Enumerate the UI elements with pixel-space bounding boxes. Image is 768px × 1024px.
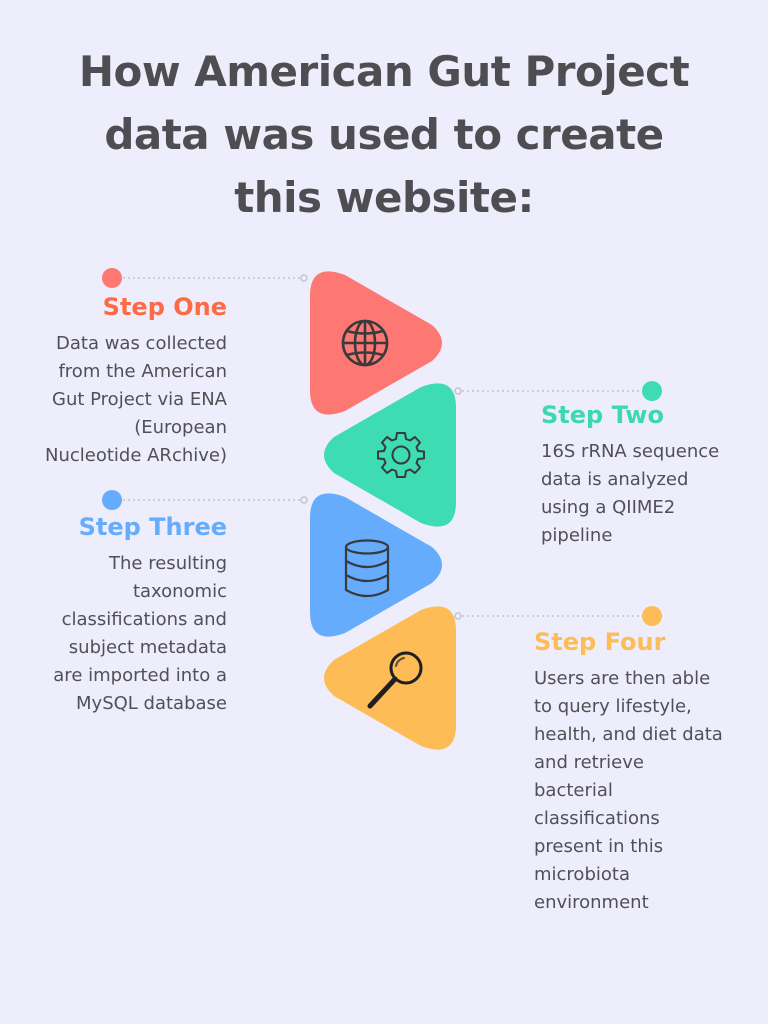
description-line: subject metadata: [68, 637, 227, 658]
description-line: are imported into a: [53, 665, 227, 686]
description-line: bacterial: [534, 780, 613, 801]
step-four-title: Step Four: [534, 628, 666, 656]
connector-end-step-two: [454, 387, 462, 395]
description-line: classifications and: [61, 609, 227, 630]
description-line: The resulting: [109, 553, 227, 574]
connector-end-step-three: [300, 496, 308, 504]
description-line: environment: [534, 892, 649, 913]
description-line: to query lifestyle,: [534, 696, 692, 717]
description-line: 16S rRNA sequence: [541, 441, 720, 462]
step-three-title: Step Three: [78, 513, 227, 541]
step-four-description: Users are then able to query lifestyle, …: [534, 665, 754, 917]
step-one-title: Step One: [102, 293, 227, 321]
description-line: from the American: [58, 361, 227, 382]
description-line: microbiota: [534, 864, 630, 885]
step-two-dot: [642, 381, 662, 401]
description-line: Gut Project via ENA: [52, 389, 227, 410]
description-line: data is analyzed: [541, 469, 689, 490]
description-line: health, and diet data: [534, 724, 723, 745]
step-two-description: 16S rRNA sequence data is analyzed using…: [541, 438, 761, 550]
description-line: Nucleotide ARchive): [44, 445, 227, 466]
description-line: Data was collected: [56, 333, 227, 354]
description-line: MySQL database: [76, 693, 227, 714]
connector-end-step-one: [300, 274, 308, 282]
description-line: Users are then able: [534, 668, 711, 689]
globe-icon: [341, 319, 389, 367]
step-one-description: Data was collected from the American Gut…: [0, 330, 227, 470]
step-three-description: The resulting taxonomic classifications …: [0, 550, 227, 718]
description-line: and retrieve: [534, 752, 644, 773]
step-four-dot: [642, 606, 662, 626]
description-line: (European: [134, 417, 227, 438]
description-line: classifications: [534, 808, 660, 829]
description-line: using a QIIME2: [541, 497, 676, 518]
step-three-dot: [102, 490, 122, 510]
connector-end-step-four: [454, 612, 462, 620]
description-line: pipeline: [541, 525, 613, 546]
step-two-title: Step Two: [541, 401, 664, 429]
description-line: taxonomic: [132, 581, 227, 602]
step-one-dot: [102, 268, 122, 288]
description-line: present in this: [534, 836, 664, 857]
